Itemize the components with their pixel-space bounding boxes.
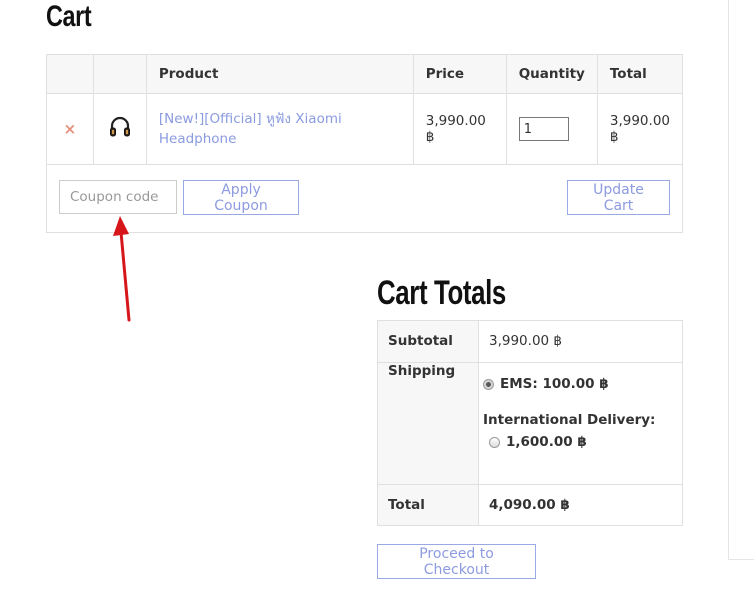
product-column-header: Product — [145, 54, 414, 94]
order-total-label: Total — [377, 484, 479, 526]
product-thumbnail[interactable] — [92, 93, 147, 165]
cart-totals-table: Subtotal 3,990.00 ฿ Shipping EMS: 100.00… — [377, 320, 683, 526]
order-total-row: Total 4,090.00 ฿ — [377, 484, 683, 526]
quantity-cell — [505, 93, 598, 165]
product-name-cell: [New!][Official] หูฟัง Xiaomi Headphone — [145, 93, 414, 165]
cart-totals-title: Cart Totals — [377, 274, 506, 312]
cart-table: Product Price Quantity Total × [New!][Of… — [46, 54, 684, 233]
shipping-option-international-label: 1,600.00 ฿ — [506, 434, 587, 450]
order-total-value: 4,090.00 ฿ — [478, 484, 683, 526]
page-title: Cart — [46, 0, 92, 33]
product-price: 3,990.00 ฿ — [412, 93, 507, 165]
cart-header-row: Product Price Quantity Total — [46, 54, 684, 94]
apply-coupon-button[interactable]: Apply Coupon — [183, 180, 299, 215]
thumbnail-column-header — [92, 54, 147, 94]
total-column-header: Total — [596, 54, 684, 94]
coupon-code-input[interactable] — [59, 180, 177, 214]
remove-column-header — [46, 54, 94, 94]
shipping-options: EMS: 100.00 ฿ International Delivery: 1,… — [478, 362, 683, 485]
shipping-option-ems-label: EMS: 100.00 ฿ — [500, 376, 609, 392]
update-cart-button[interactable]: Update Cart — [567, 180, 670, 215]
subtotal-value: 3,990.00 ฿ — [478, 320, 683, 363]
international-delivery-label: International Delivery: — [483, 412, 656, 428]
remove-item-button[interactable]: × — [46, 93, 94, 165]
shipping-option-ems[interactable]: EMS: 100.00 ฿ — [483, 376, 672, 392]
shipping-label: Shipping — [377, 362, 479, 485]
headphone-icon — [109, 116, 130, 137]
annotation-arrow — [113, 216, 131, 322]
right-divider — [728, 0, 729, 560]
quantity-input[interactable] — [518, 117, 569, 141]
subtotal-row: Subtotal 3,990.00 ฿ — [377, 320, 683, 363]
shipping-radio-international[interactable] — [489, 436, 500, 448]
cart-item-row: × [New!][Official] หูฟัง Xiaomi Headphon… — [46, 93, 684, 165]
price-column-header: Price — [412, 54, 507, 94]
right-divider-bottom — [728, 559, 754, 560]
product-name-link[interactable]: [New!][Official] หูฟัง Xiaomi Headphone — [159, 111, 342, 147]
proceed-to-checkout-button[interactable]: Proceed to Checkout — [377, 544, 536, 579]
shipping-radio-ems[interactable] — [483, 378, 494, 390]
subtotal-label: Subtotal — [377, 320, 479, 363]
quantity-column-header: Quantity — [505, 54, 598, 94]
shipping-option-international[interactable]: 1,600.00 ฿ — [489, 434, 672, 450]
shipping-row: Shipping EMS: 100.00 ฿ International Del… — [377, 362, 683, 485]
product-subtotal: 3,990.00 ฿ — [596, 93, 684, 165]
